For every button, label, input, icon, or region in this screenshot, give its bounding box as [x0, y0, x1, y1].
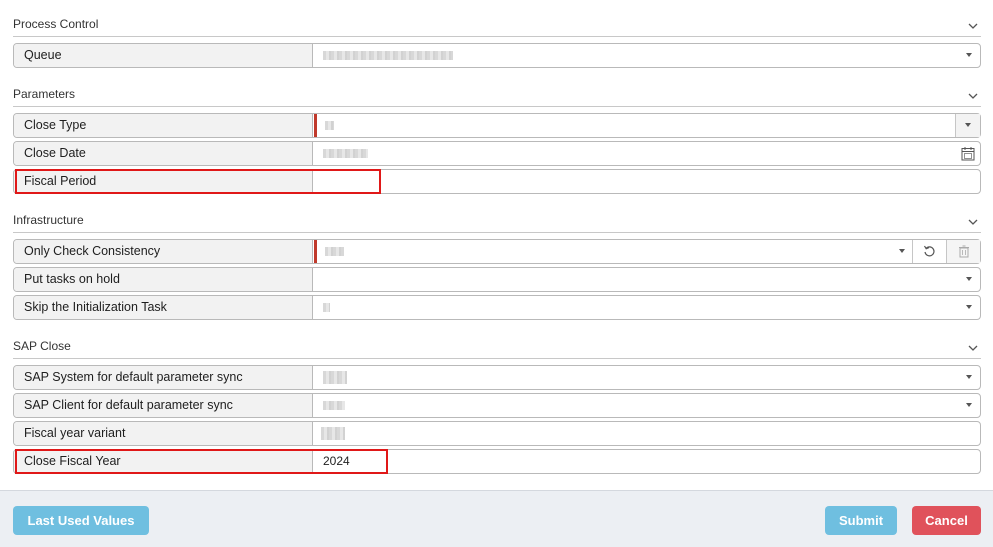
fiscal-year-variant-input[interactable]: [314, 422, 980, 445]
sap-client-select[interactable]: [314, 394, 980, 417]
section-title: Parameters: [13, 87, 76, 101]
sap-client-field[interactable]: SAP Client for default parameter sync: [13, 393, 981, 418]
chevron-down-icon[interactable]: [967, 342, 979, 354]
section-process-control[interactable]: Process Control: [13, 15, 981, 37]
only-check-consistency-field[interactable]: Only Check Consistency: [13, 239, 981, 264]
sap-system-field[interactable]: SAP System for default parameter sync: [13, 365, 981, 390]
redacted-value: [325, 247, 344, 256]
close-fiscal-year-label: Close Fiscal Year: [14, 450, 313, 473]
close-type-label: Close Type: [14, 114, 313, 137]
fiscal-period-field[interactable]: Fiscal Period: [13, 169, 981, 194]
redacted-value: [321, 427, 345, 440]
section-title: Process Control: [13, 17, 99, 31]
section-sap-close[interactable]: SAP Close: [13, 337, 981, 359]
fiscal-year-variant-field[interactable]: Fiscal year variant: [13, 421, 981, 446]
caret-down-icon[interactable]: [966, 53, 972, 57]
chevron-down-icon[interactable]: [967, 216, 979, 228]
caret-down-icon[interactable]: [966, 277, 972, 281]
sap-client-label: SAP Client for default parameter sync: [14, 394, 313, 417]
queue-label: Queue: [14, 44, 313, 67]
redacted-value: [323, 149, 368, 158]
close-date-label: Close Date: [14, 142, 313, 165]
section-parameters[interactable]: Parameters: [13, 85, 981, 107]
fiscal-period-input[interactable]: [314, 170, 980, 193]
chevron-down-icon[interactable]: [967, 90, 979, 102]
put-tasks-on-hold-label: Put tasks on hold: [14, 268, 313, 291]
fiscal-year-variant-label: Fiscal year variant: [14, 422, 313, 445]
put-tasks-on-hold-field[interactable]: Put tasks on hold: [13, 267, 981, 292]
redacted-value: [325, 121, 334, 130]
caret-down-icon[interactable]: [965, 123, 971, 127]
caret-down-icon[interactable]: [899, 249, 905, 253]
form-area: Process Control Queue Parameters Close T…: [0, 0, 993, 490]
close-fiscal-year-input[interactable]: 2024: [314, 450, 980, 473]
caret-down-icon[interactable]: [966, 403, 972, 407]
redacted-value: [323, 371, 347, 384]
sap-system-label: SAP System for default parameter sync: [14, 366, 313, 389]
skip-init-task-field[interactable]: Skip the Initialization Task: [13, 295, 981, 320]
reset-icon[interactable]: [923, 245, 936, 258]
delete-button[interactable]: [946, 240, 980, 263]
submit-button[interactable]: Submit: [825, 506, 897, 535]
put-tasks-on-hold-select[interactable]: [314, 268, 980, 291]
caret-down-icon[interactable]: [966, 375, 972, 379]
close-type-field[interactable]: Close Type: [13, 113, 981, 138]
redacted-value: [323, 401, 345, 410]
caret-down-icon[interactable]: [966, 305, 972, 309]
only-check-consistency-select[interactable]: [314, 240, 980, 263]
section-title: SAP Close: [13, 339, 71, 353]
last-used-values-button[interactable]: Last Used Values: [13, 506, 149, 535]
queue-field[interactable]: Queue: [13, 43, 981, 68]
reset-button[interactable]: [912, 240, 946, 263]
close-type-select[interactable]: [314, 114, 980, 137]
skip-init-task-select[interactable]: [314, 296, 980, 319]
dropdown-button[interactable]: [955, 114, 980, 137]
fiscal-period-label: Fiscal Period: [14, 170, 313, 193]
calendar-icon[interactable]: [961, 146, 975, 161]
section-infrastructure[interactable]: Infrastructure: [13, 211, 981, 233]
redacted-value: [323, 303, 330, 312]
queue-select[interactable]: [314, 44, 980, 67]
trash-icon[interactable]: [958, 245, 970, 258]
skip-init-task-label: Skip the Initialization Task: [14, 296, 313, 319]
section-title: Infrastructure: [13, 213, 84, 227]
redacted-value: [323, 51, 453, 60]
close-date-input[interactable]: [314, 142, 980, 165]
footer-bar: Last Used Values Submit Cancel: [0, 490, 993, 547]
sap-system-select[interactable]: [314, 366, 980, 389]
close-fiscal-year-field[interactable]: Close Fiscal Year 2024: [13, 449, 981, 474]
chevron-down-icon[interactable]: [967, 20, 979, 32]
cancel-button[interactable]: Cancel: [912, 506, 981, 535]
close-date-field[interactable]: Close Date: [13, 141, 981, 166]
only-check-consistency-label: Only Check Consistency: [14, 240, 313, 263]
